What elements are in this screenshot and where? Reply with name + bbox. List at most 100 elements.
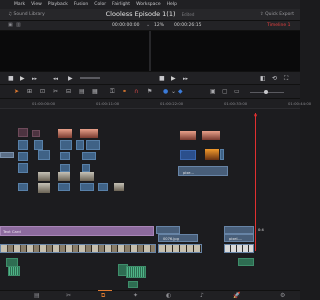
match-frame-icon[interactable]: ◧	[260, 75, 266, 82]
prev-frame-icon[interactable]: ◂◂	[53, 76, 58, 82]
video-clip[interactable]	[60, 152, 70, 160]
zoom-level[interactable]: 12%	[154, 23, 164, 28]
color-flag-icon[interactable]: ●	[163, 88, 168, 95]
video-clip[interactable]	[80, 183, 94, 191]
menu-workspace[interactable]: Workspace	[136, 2, 161, 7]
overwrite-icon[interactable]: ▤	[79, 88, 85, 95]
program-viewer[interactable]	[151, 31, 300, 71]
project-title: Clooless Episode 1(1) Edited	[0, 10, 300, 18]
playhead-handle-icon[interactable]: ▾	[252, 113, 259, 120]
video-clip[interactable]	[114, 183, 124, 191]
zoom-slider-handle[interactable]	[264, 90, 268, 94]
audio-clip[interactable]	[8, 266, 20, 276]
play-icon[interactable]: ▶	[171, 75, 176, 82]
video-clip[interactable]	[58, 172, 70, 181]
viewer-layout-icon[interactable]: ▣	[8, 22, 13, 28]
video-clip[interactable]	[180, 131, 196, 140]
video-clip-orange[interactable]	[205, 149, 219, 160]
loop-icon[interactable]: ⟲	[272, 75, 277, 82]
video-clip[interactable]	[18, 140, 28, 150]
video-clip[interactable]	[202, 131, 220, 140]
video-clip[interactable]	[82, 152, 96, 160]
menu-fairlight[interactable]: Fairlight	[112, 2, 130, 7]
skip-end-icon[interactable]: ▸▸	[32, 76, 37, 82]
video-clip[interactable]	[34, 140, 43, 150]
media-page-icon[interactable]: ▤	[34, 292, 40, 299]
menu-help[interactable]: Help	[167, 2, 177, 7]
video-clip[interactable]	[18, 163, 28, 173]
insert-icon[interactable]: ⊟	[66, 88, 71, 95]
audio-clip[interactable]	[126, 266, 146, 278]
video-clip-strip[interactable]	[0, 244, 156, 253]
stop-icon[interactable]: ■	[8, 75, 14, 82]
menu-playback[interactable]: Playback	[48, 2, 68, 7]
video-clip[interactable]	[58, 183, 70, 191]
chevron-down-icon[interactable]: ⌄	[146, 22, 150, 28]
video-clip[interactable]	[80, 172, 94, 181]
zoom-fit-icon[interactable]: ▣	[210, 88, 216, 95]
source-viewer[interactable]	[0, 31, 149, 71]
fullscreen-icon[interactable]: ⛶	[284, 75, 288, 83]
snapping-icon[interactable]: ∩	[134, 88, 138, 95]
lock-icon[interactable]: ⚿	[110, 88, 115, 96]
zoom-custom-icon[interactable]: ▭	[234, 88, 240, 95]
ruler-tick: 01:00:00:00	[32, 101, 56, 106]
video-clip[interactable]	[58, 129, 72, 138]
video-clip[interactable]	[80, 129, 98, 138]
video-clip[interactable]	[76, 140, 84, 150]
video-clip[interactable]	[0, 152, 14, 158]
stop-icon[interactable]: ■	[159, 75, 165, 82]
video-clip-strip[interactable]	[224, 244, 254, 253]
video-clip[interactable]	[38, 150, 50, 160]
cut-page-icon[interactable]: ✂	[66, 292, 71, 299]
video-clip[interactable]	[60, 140, 72, 150]
dual-viewer-icon[interactable]: ▥	[16, 22, 21, 28]
playhead-line[interactable]	[255, 113, 256, 251]
zoom-detail-icon[interactable]: ▢	[222, 88, 228, 95]
edit-page-icon[interactable]: ⧉	[101, 292, 105, 300]
flag-icon[interactable]: ⚑	[147, 88, 152, 95]
fusion-page-icon[interactable]: ✦	[133, 292, 138, 299]
dynamic-trim-icon[interactable]: ⊡	[40, 88, 45, 95]
menu-mark[interactable]: Mark	[14, 2, 25, 7]
video-clip[interactable]	[60, 164, 70, 172]
video-clip-blue[interactable]	[180, 150, 196, 160]
quick-export-button[interactable]: ⇪ Quick Export	[260, 12, 294, 17]
video-clip[interactable]	[38, 172, 50, 181]
video-clip[interactable]	[18, 128, 28, 137]
timeline-name-dropdown[interactable]: Timeline 1	[267, 23, 290, 28]
settings-icon[interactable]: ⚙	[280, 292, 285, 299]
pointer-icon[interactable]: ➤	[14, 88, 19, 95]
marker-icon[interactable]: ◆	[178, 88, 183, 95]
color-page-icon[interactable]: ◐	[166, 292, 171, 299]
video-clip[interactable]	[32, 130, 40, 137]
title-clip[interactable]	[0, 226, 154, 236]
menu-fusion[interactable]: Fusion	[74, 2, 88, 7]
fairlight-page-icon[interactable]: ♪	[200, 292, 204, 299]
deliver-page-icon[interactable]: 🚀	[233, 292, 240, 299]
trim-icon[interactable]: ⊞	[27, 88, 32, 95]
jog-slider[interactable]	[80, 77, 100, 79]
blade-icon[interactable]: ✂	[53, 88, 58, 95]
video-clip[interactable]	[82, 164, 90, 172]
video-clip[interactable]	[38, 183, 50, 193]
video-clip[interactable]	[156, 226, 180, 234]
video-clip[interactable]	[220, 149, 224, 160]
video-clip[interactable]	[98, 183, 108, 191]
link-icon[interactable]: ⚭	[122, 88, 127, 95]
skip-end-icon[interactable]: ▸▸	[183, 76, 188, 82]
video-clip[interactable]	[86, 140, 100, 150]
audio-clip[interactable]	[128, 281, 138, 288]
menu-color[interactable]: Color	[94, 2, 106, 7]
video-clip-strip[interactable]	[158, 244, 202, 253]
audio-clip[interactable]	[238, 258, 254, 266]
video-clip[interactable]	[18, 152, 28, 161]
menu-view[interactable]: View	[31, 2, 42, 7]
replace-icon[interactable]: ▦	[92, 88, 98, 95]
video-clip[interactable]	[224, 226, 254, 234]
video-clip[interactable]	[18, 183, 28, 191]
timeline-ruler[interactable]: 01:00:00:00 01:00:11:00 01:00:22:00 01:0…	[0, 99, 311, 109]
chevron-down-icon[interactable]: ⌄	[171, 88, 176, 95]
play-icon[interactable]: ▶	[20, 75, 25, 82]
play-icon[interactable]: ▶	[68, 75, 73, 82]
